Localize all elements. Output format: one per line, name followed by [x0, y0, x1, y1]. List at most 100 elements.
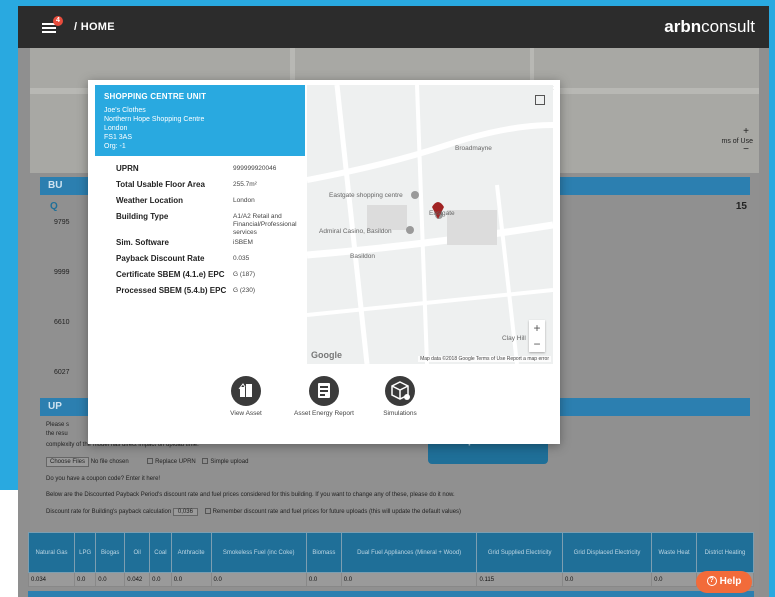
fuel-column-header: Waste Heat: [651, 532, 698, 573]
map-label-basildon: Basildon: [350, 253, 375, 260]
table-row[interactable]: 9795: [54, 219, 70, 226]
asset-energy-report-button[interactable]: Asset Energy Report: [284, 376, 364, 417]
map-footer[interactable]: Map data ©2018 Google Terms of Use Repor…: [418, 356, 551, 362]
bg-zoom-out[interactable]: −: [743, 144, 749, 155]
bg-count: 15: [735, 201, 747, 212]
detail-row: Total Usable Floor Area 255.7m²: [116, 180, 306, 196]
fuel-price-cell[interactable]: 0.115: [476, 572, 563, 587]
fuel-price-cell[interactable]: 0.042: [124, 572, 151, 587]
table-row[interactable]: 9999: [54, 269, 70, 276]
fullscreen-icon[interactable]: [535, 95, 545, 105]
fuel-column-header: Smokeless Fuel (inc Coke): [210, 532, 307, 573]
fuel-price-cell[interactable]: 0.0: [74, 572, 97, 587]
discount-row: Discount rate for Building's payback cal…: [46, 508, 461, 516]
fuel-column-header: Coal: [149, 532, 172, 573]
detail-row: Processed SBEM (5.4.b) EPC G (230): [116, 286, 306, 302]
choose-files-button[interactable]: Choose Files: [46, 457, 90, 467]
simple-upload-checkbox[interactable]: [202, 458, 209, 465]
asset-title: SHOPPING CENTRE UNIT: [104, 92, 207, 101]
detail-value: G (230): [233, 287, 256, 294]
upload-text-1: Please s: [46, 422, 70, 428]
table-row[interactable]: 6027: [54, 369, 70, 376]
detail-key: Total Usable Floor Area: [116, 180, 205, 189]
question-icon: ?: [706, 576, 717, 587]
frame-border-right: [769, 0, 775, 597]
fuel-column-header: LPG: [74, 532, 97, 573]
fuel-column-header: Natural Gas: [27, 532, 76, 573]
fuel-price-cell[interactable]: 0.0: [210, 572, 307, 587]
no-file-text: No file chosen: [90, 459, 129, 465]
fuel-column-header: Grid Supplied Electricity: [476, 532, 563, 573]
detail-value: London: [233, 197, 255, 204]
search-icon[interactable]: Q: [50, 201, 58, 212]
google-logo: Google: [311, 350, 342, 360]
fuel-column-header: Oil: [124, 532, 151, 573]
replace-uprn-checkbox[interactable]: [147, 458, 154, 465]
top-bar: 4 / HOME arbnconsult: [18, 6, 769, 48]
asset-info-modal: × SHOPPING CENTRE UNIT Joe's Clothes Nor…: [88, 80, 560, 444]
map-label-casino: Admiral Casino, Basildon: [319, 228, 392, 235]
detail-value: G (187): [233, 271, 256, 278]
zoom-in-button[interactable]: +: [529, 320, 545, 336]
help-button[interactable]: ? Help: [696, 571, 752, 593]
breadcrumb[interactable]: / HOME: [74, 21, 115, 33]
detail-row: Building Type A1/A2 Retail and Financial/…: [116, 212, 306, 238]
detail-key: UPRN: [116, 164, 139, 173]
fuel-column-header: Anthracite: [170, 532, 212, 573]
detail-value: iSBEM: [233, 239, 253, 246]
detail-key: Sim. Software: [116, 238, 169, 247]
report-icon: [309, 376, 339, 406]
building-icon: [231, 376, 261, 406]
view-asset-label: View Asset: [230, 410, 262, 417]
table-row[interactable]: 6610: [54, 319, 70, 326]
discount-rate-input[interactable]: 0,036: [172, 508, 198, 516]
map-label-eastgate-centre: Eastgate shopping centre: [329, 192, 403, 199]
map-label-eastgate: Eastgate: [429, 210, 455, 217]
coupon-text[interactable]: Do you have a coupon code? Enter it here…: [46, 476, 160, 482]
fuel-column-header: Dual Fuel Appliances (Mineral + Wood): [340, 532, 478, 573]
simulations-button[interactable]: Simulations: [360, 376, 440, 417]
detail-key: Weather Location: [116, 196, 183, 205]
detail-value: 999999920046: [233, 165, 277, 172]
detail-row: Certificate SBEM (4.1.e) EPC G (187): [116, 270, 306, 286]
asset-actions: View Asset Asset Energy Report Simulatio…: [88, 376, 560, 436]
remember-checkbox[interactable]: [204, 508, 211, 515]
detail-key: Processed SBEM (5.4.b) EPC: [116, 286, 227, 295]
fuel-column-header: Biogas: [95, 532, 126, 573]
fuel-price-cell[interactable]: 0.0: [651, 572, 698, 587]
view-asset-button[interactable]: View Asset: [206, 376, 286, 417]
fuel-price-cell[interactable]: 0.0: [340, 572, 478, 587]
file-chooser-row: Choose Files No file chosen Replace UPRN…: [46, 457, 248, 467]
fuel-price-cell[interactable]: 0.0: [561, 572, 653, 587]
detail-key: Building Type: [116, 212, 169, 221]
fuel-price-cell[interactable]: 0.034: [27, 572, 76, 587]
asset-details: UPRN 999999920046 Total Usable Floor Area 2…: [116, 164, 306, 302]
asset-city: London: [104, 125, 128, 132]
bottom-bar: [28, 591, 754, 597]
asset-address: Northern Hope Shopping Centre: [104, 116, 205, 123]
detail-row: Weather Location London: [116, 196, 306, 212]
detail-key: Payback Discount Rate: [116, 254, 205, 263]
map-label-broadmayne: Broadmayne: [455, 145, 492, 152]
fuel-price-table: Natural Gas LPG Biogas Oil Coal Anthracite Smo…: [27, 532, 754, 587]
detail-row: UPRN 999999920046: [116, 164, 306, 180]
upload-text-2: the resu: [46, 431, 68, 437]
discount-note: Below are the Discounted Payback Period'…: [46, 492, 455, 498]
location-map[interactable]: Eastgate shopping centre Admiral Casino,…: [307, 85, 553, 364]
fuel-column-header: Biomass: [305, 532, 342, 573]
bg-zoom-in[interactable]: +: [743, 126, 749, 137]
fuel-price-cell[interactable]: 0.0: [95, 572, 126, 587]
fuel-price-cell[interactable]: 0.0: [170, 572, 212, 587]
fuel-price-cell[interactable]: 0.0: [305, 572, 342, 587]
detail-row: Payback Discount Rate 0.035: [116, 254, 306, 270]
app-window: 4 / HOME arbnconsult ms of Use + − BU Q …: [18, 6, 769, 597]
fuel-column-header: Grid Displaced Electricity: [561, 532, 653, 573]
asset-header: SHOPPING CENTRE UNIT Joe's Clothes North…: [95, 85, 305, 156]
arbnconsult-logo[interactable]: arbnconsult: [664, 17, 755, 37]
simulations-label: Simulations: [383, 410, 417, 417]
remember-label: Remember discount rate and fuel prices f…: [212, 509, 462, 515]
detail-value: 0.035: [233, 255, 250, 262]
fuel-price-cell[interactable]: 0.0: [149, 572, 172, 587]
frame-border-left: [0, 0, 18, 490]
zoom-out-button[interactable]: −: [529, 336, 545, 352]
